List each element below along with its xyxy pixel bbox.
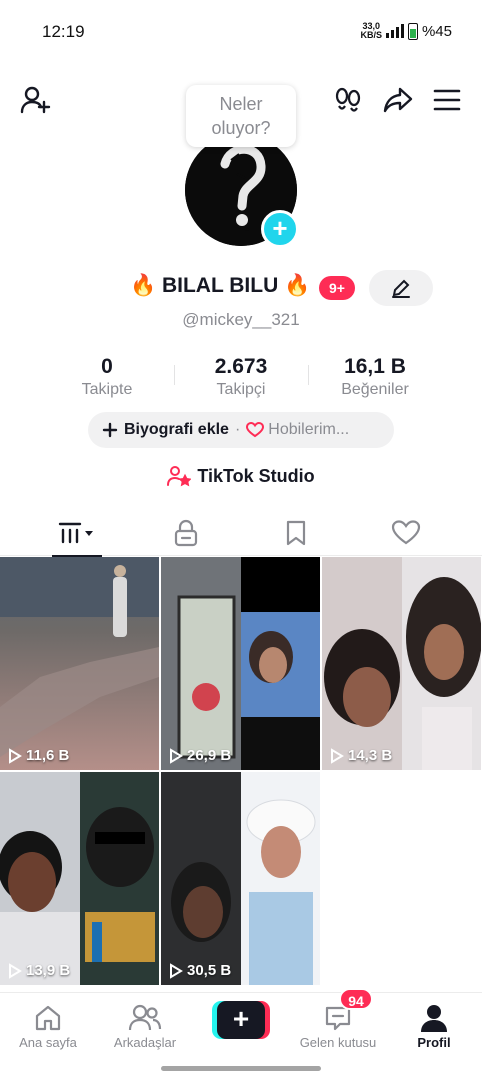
share-profile-button[interactable]: [378, 80, 418, 120]
bookmark-icon: [286, 520, 306, 546]
view-count: 13,9 B: [8, 962, 70, 979]
nav-friends[interactable]: Arkadaşlar: [97, 1001, 193, 1050]
nav-friends-label: Arkadaşlar: [113, 1035, 177, 1050]
name-row: 🔥 BILAL BILU 🔥 9+: [0, 270, 482, 306]
hobbies-button[interactable]: Hobilerim...: [246, 421, 349, 439]
menu-button[interactable]: [427, 80, 467, 120]
content-tabs: [0, 510, 482, 557]
play-icon: [331, 747, 344, 764]
add-bio-label: Biyografi ekle: [124, 421, 229, 438]
add-avatar-button[interactable]: +: [261, 210, 299, 248]
stat-divider: [308, 365, 309, 385]
nav-profile[interactable]: Profil: [386, 1001, 482, 1050]
nav-inbox[interactable]: Gelen kutusu: [290, 1001, 386, 1050]
video-thumbnail[interactable]: 26,9 B: [161, 557, 320, 770]
plus-icon: [102, 422, 118, 438]
create-button[interactable]: +: [212, 1001, 270, 1039]
nav-home-label: Ana sayfa: [19, 1035, 77, 1050]
profile-views-button[interactable]: [328, 80, 368, 120]
view-count-value: 13,9 B: [26, 962, 71, 979]
tab-saved[interactable]: [246, 510, 346, 556]
status-note-bubble[interactable]: Neler oluyor?: [186, 85, 296, 147]
status-time: 12:19: [42, 22, 85, 41]
network-speed: 33,0 KB/S: [360, 22, 382, 40]
stat-value: 0: [101, 355, 113, 378]
stat-label: Takipte: [81, 381, 133, 398]
network-speed-unit: KB/S: [360, 30, 382, 40]
edit-profile-button[interactable]: [369, 270, 433, 306]
view-count: 26,9 B: [169, 747, 231, 764]
stat-label: Takipçi: [216, 381, 266, 398]
view-count: 14,3 B: [330, 747, 392, 764]
tab-private[interactable]: [136, 510, 236, 556]
home-indicator[interactable]: [161, 1066, 321, 1071]
status-bar: 12:19 33,0 KB/S %45: [0, 0, 482, 64]
nav-inbox-label: Gelen kutusu: [299, 1035, 377, 1050]
add-friend-button[interactable]: [15, 80, 55, 120]
play-icon: [170, 962, 183, 979]
username: @mickey__321: [182, 310, 300, 329]
bio-pill[interactable]: Biyografi ekle · Hobilerim...: [88, 412, 394, 448]
tab-videos[interactable]: [26, 510, 126, 557]
share-icon: [383, 87, 413, 113]
video-thumbnail[interactable]: 11,6 B: [0, 557, 159, 770]
menu-icon: [433, 89, 461, 111]
display-name: 🔥 BILAL BILU 🔥: [130, 274, 311, 297]
tiktok-studio-button[interactable]: TikTok Studio: [0, 465, 482, 487]
nav-profile-label: Profil: [417, 1035, 451, 1050]
stat-following[interactable]: 0 Takipte: [42, 355, 172, 399]
status-indicators: 33,0 KB/S %45: [360, 22, 452, 40]
hobbies-label: Hobilerim...: [268, 421, 350, 438]
play-icon: [9, 962, 22, 979]
stat-value: 16,1 B: [344, 355, 406, 378]
view-count-value: 14,3 B: [348, 747, 393, 764]
view-count-value: 30,5 B: [187, 962, 232, 979]
notification-badge[interactable]: 9+: [319, 276, 355, 300]
stat-likes[interactable]: 16,1 B Beğeniler: [310, 355, 440, 399]
grid-icon: [58, 522, 93, 544]
video-preview: [161, 772, 320, 985]
stat-followers[interactable]: 2.673 Takipçi: [176, 355, 306, 399]
video-thumbnail[interactable]: 14,3 B: [322, 557, 481, 770]
video-thumbnail[interactable]: 30,5 B: [161, 772, 320, 985]
view-count: 11,6 B: [8, 747, 69, 764]
view-count-value: 26,9 B: [187, 747, 232, 764]
home-icon: [35, 1005, 61, 1031]
nav-home[interactable]: Ana sayfa: [0, 1001, 96, 1050]
signal-icon: [385, 24, 404, 38]
lock-icon: [174, 519, 198, 547]
play-icon: [9, 747, 22, 764]
profile-stats: 0 Takipte 2.673 Takipçi 16,1 B Beğeniler: [0, 355, 482, 405]
video-thumbnail[interactable]: 13,9 B: [0, 772, 159, 985]
view-count: 30,5 B: [169, 962, 231, 979]
play-icon: [170, 747, 183, 764]
view-count-value: 11,6 B: [26, 747, 70, 764]
tab-liked[interactable]: [356, 510, 456, 556]
video-preview: [0, 772, 159, 985]
profile-icon: [421, 1005, 447, 1032]
create-plus-icon: +: [217, 1001, 265, 1039]
bubble-line-1: Neler: [219, 94, 263, 114]
stat-divider: [174, 365, 175, 385]
heart-icon: [391, 520, 421, 545]
video-preview: [322, 557, 481, 770]
stat-value: 2.673: [214, 355, 268, 378]
add-user-icon: [20, 86, 51, 114]
footprint-icon: [335, 87, 361, 112]
battery-icon: [407, 22, 418, 40]
pencil-icon: [392, 279, 410, 298]
battery-percent: %45: [421, 22, 452, 40]
bio-separator: ·: [234, 421, 241, 438]
stat-label: Beğeniler: [341, 381, 409, 398]
heart-icon: [246, 422, 265, 438]
friends-icon: [128, 1004, 162, 1031]
video-preview: [0, 557, 159, 770]
studio-label: TikTok Studio: [197, 465, 315, 486]
bubble-line-2: oluyor?: [211, 118, 271, 138]
studio-user-star-icon: [167, 466, 192, 487]
video-preview: [161, 557, 320, 770]
inbox-badge: 94: [339, 988, 373, 1010]
